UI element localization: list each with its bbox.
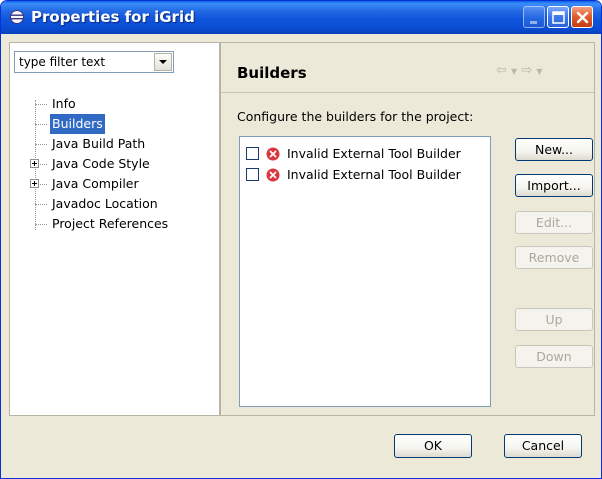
edit-button[interactable]: Edit... (515, 211, 593, 234)
forward-dropdown-icon[interactable]: ▼ (536, 67, 542, 76)
filter-dropdown-button[interactable] (154, 53, 172, 71)
cancel-button[interactable]: Cancel (504, 434, 582, 458)
minimize-button[interactable] (523, 6, 545, 28)
page-title: Builders (237, 64, 307, 82)
minimize-icon (530, 21, 537, 24)
chevron-down-icon (159, 60, 167, 64)
tree-item-label: Info (52, 96, 76, 111)
content-pane: Builders ⇦ ▼ ⇨ ▼ Configure the builders … (220, 42, 595, 416)
expand-icon[interactable] (30, 159, 39, 168)
tree-item-label: Builders (50, 114, 105, 134)
properties-dialog: Properties for iGrid type filter text In… (0, 0, 602, 479)
window-title: Properties for iGrid (31, 8, 195, 26)
builder-label: Invalid External Tool Builder (287, 146, 461, 161)
maximize-button[interactable] (547, 6, 569, 28)
eclipse-icon (10, 10, 24, 24)
filter-combo[interactable]: type filter text (14, 51, 174, 73)
builders-list[interactable]: Invalid External Tool Builder Invalid Ex… (239, 136, 491, 407)
tree-item-label: Javadoc Location (52, 196, 158, 211)
new-button[interactable]: New... (515, 138, 593, 161)
error-icon (266, 168, 280, 182)
filter-input[interactable]: type filter text (19, 55, 105, 69)
forward-arrow-icon[interactable]: ⇨ (521, 63, 532, 78)
up-button[interactable]: Up (515, 308, 593, 331)
tree-item-label: Java Build Path (52, 136, 146, 151)
down-button[interactable]: Down (515, 345, 593, 368)
tree-item-label: Java Compiler (52, 176, 139, 191)
page-header: Builders ⇦ ▼ ⇨ ▼ (221, 43, 594, 93)
import-button[interactable]: Import... (515, 174, 593, 197)
title-bar[interactable]: Properties for iGrid (1, 1, 601, 34)
close-button[interactable] (571, 6, 593, 28)
builder-label: Invalid External Tool Builder (287, 167, 461, 182)
history-navigation: ⇦ ▼ ⇨ ▼ (496, 63, 543, 78)
builder-checkbox[interactable] (246, 147, 259, 160)
maximize-icon (552, 11, 565, 24)
back-dropdown-icon[interactable]: ▼ (511, 67, 517, 76)
builder-checkbox[interactable] (246, 168, 259, 181)
remove-button[interactable]: Remove (515, 246, 593, 269)
tree-item-label: Java Code Style (52, 156, 150, 171)
tree-item-label: Project References (52, 216, 169, 231)
error-icon (266, 147, 280, 161)
back-arrow-icon[interactable]: ⇦ (496, 63, 507, 78)
ok-button[interactable]: OK (394, 434, 472, 458)
close-icon (576, 11, 589, 24)
configure-description: Configure the builders for the project: (237, 109, 474, 124)
expand-icon[interactable] (30, 179, 39, 188)
